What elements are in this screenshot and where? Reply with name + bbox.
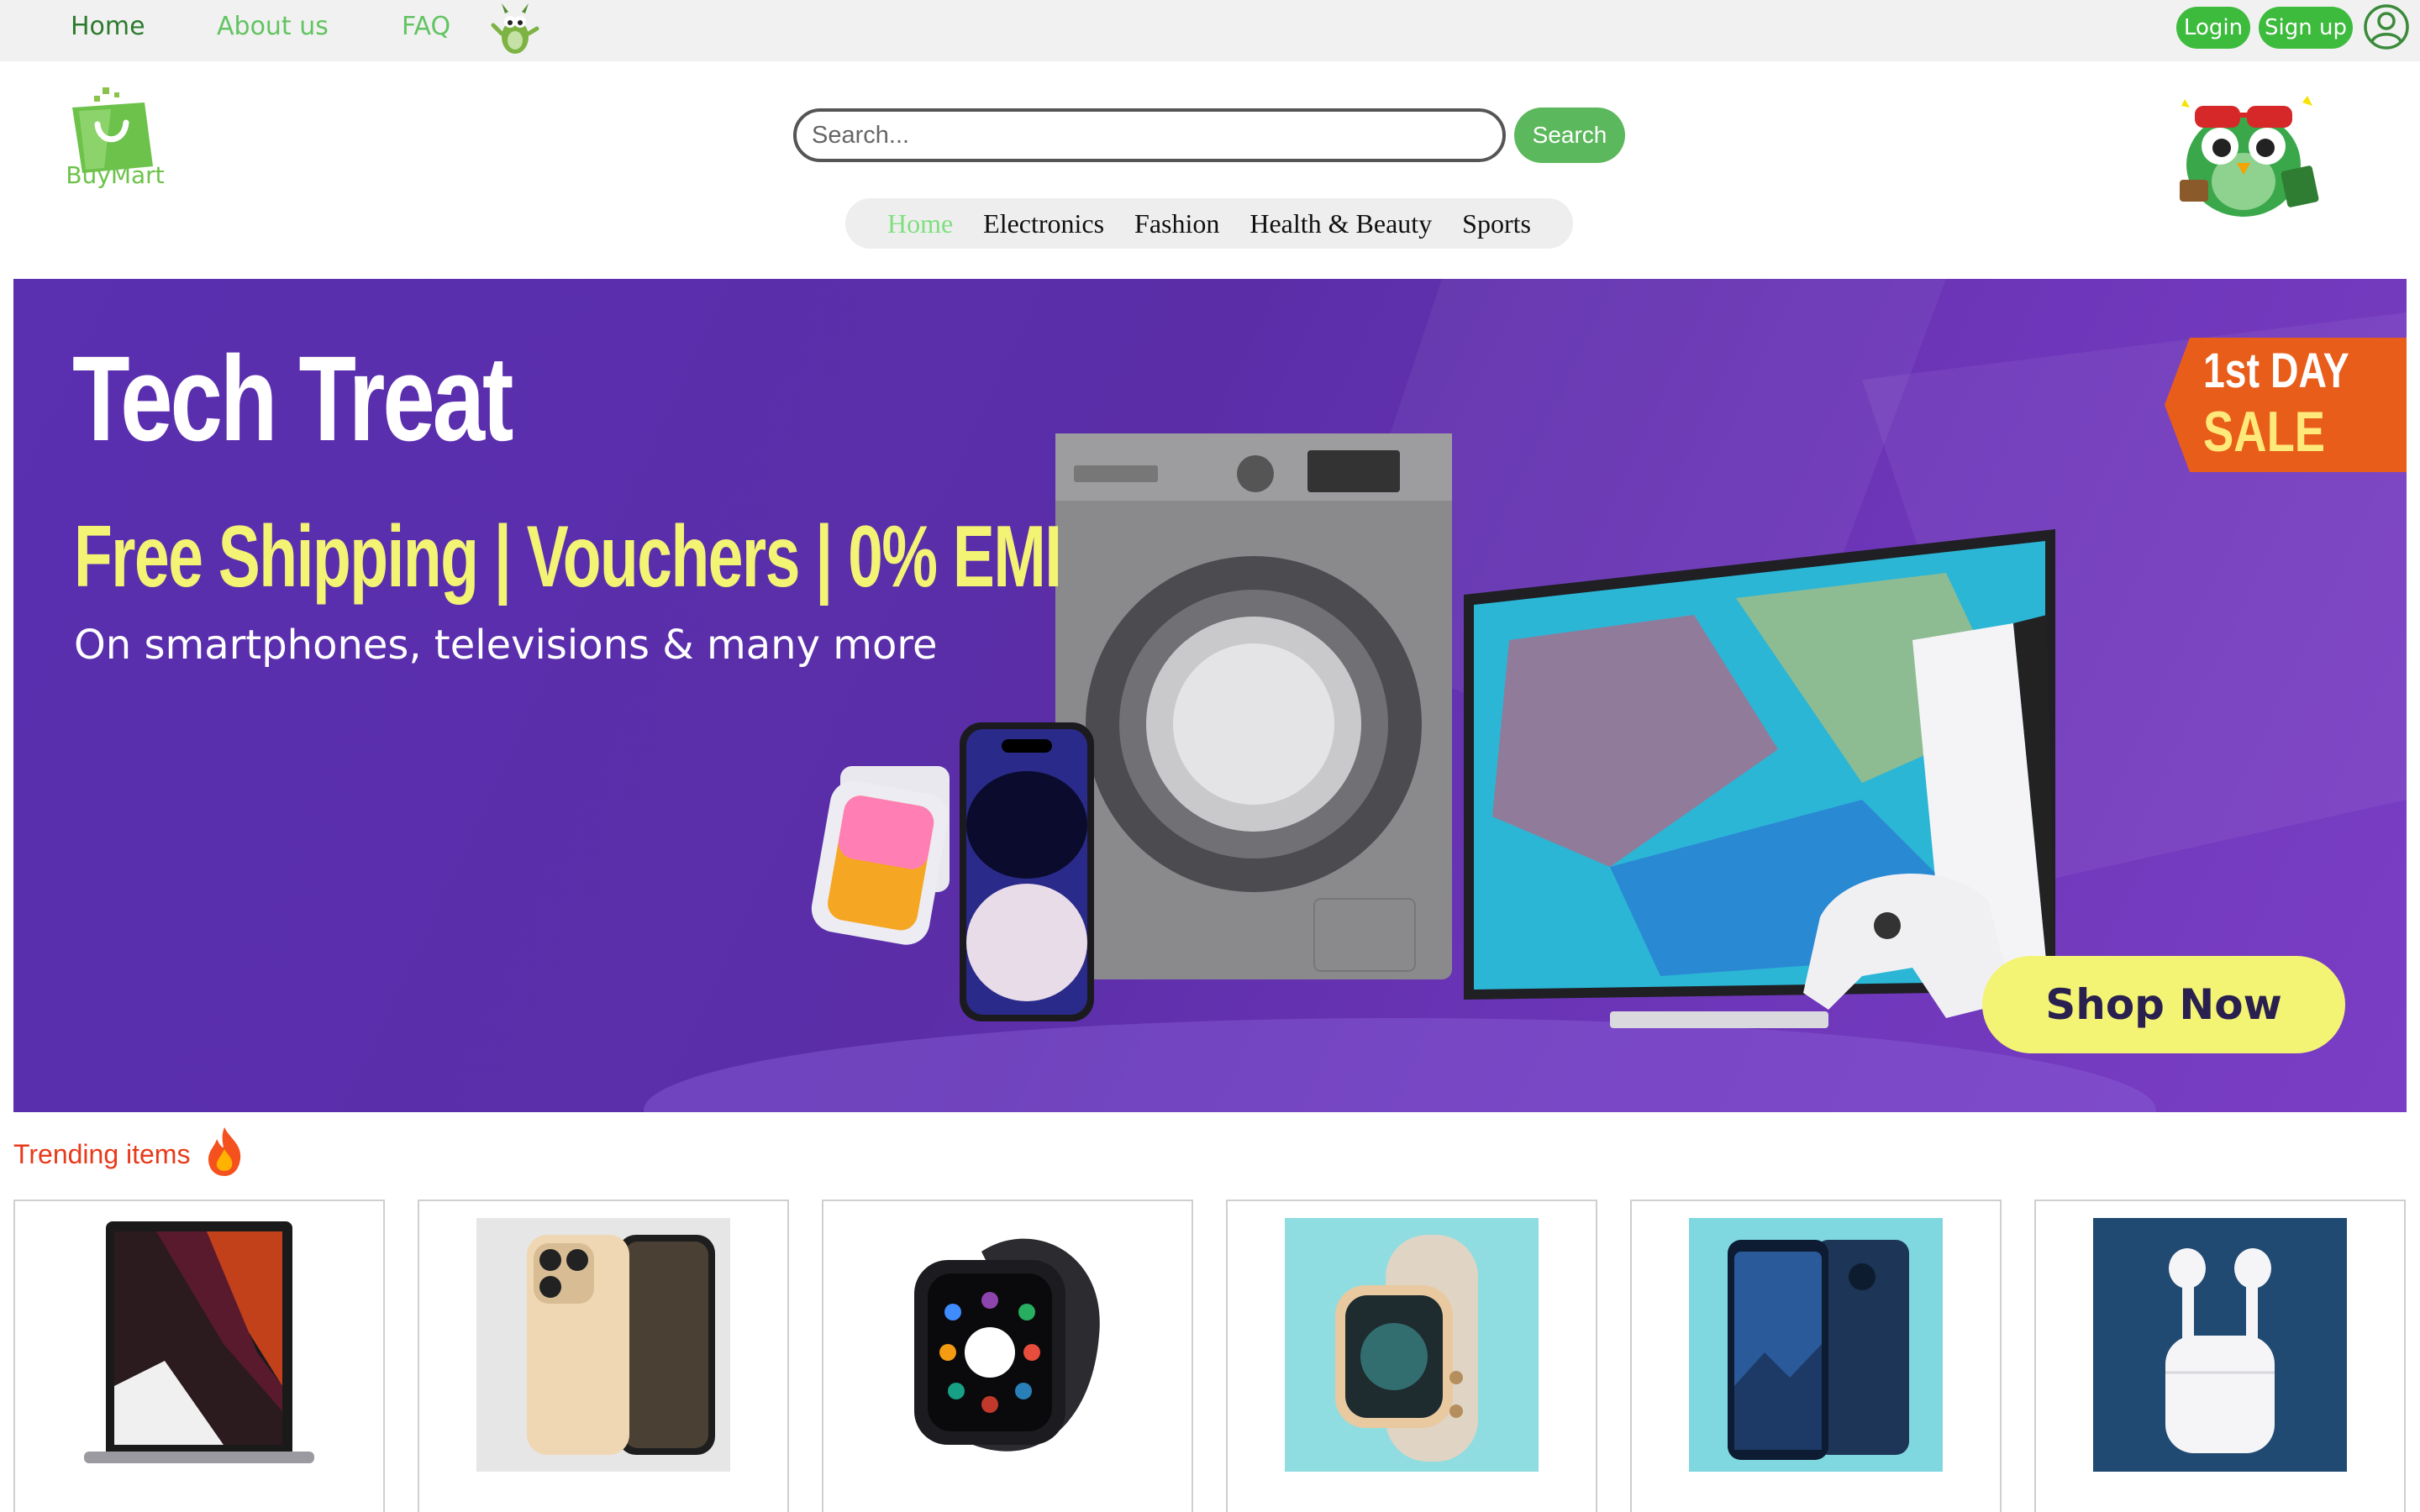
category-home-link[interactable]: Home	[887, 208, 953, 239]
login-button[interactable]: Login	[2176, 7, 2250, 49]
top-bar: Home About us FAQ Login Sign up	[0, 0, 2420, 61]
topnav-about-link[interactable]: About us	[217, 12, 329, 41]
category-fashion-link[interactable]: Fashion	[1134, 208, 1219, 239]
smartwatch-gold-product-image[interactable]	[1285, 1218, 1539, 1472]
signup-button[interactable]: Sign up	[2259, 7, 2353, 49]
brand-name: BuyMart	[66, 161, 165, 189]
trending-item-card[interactable]	[1226, 1200, 1597, 1512]
trending-item-card[interactable]	[822, 1200, 1193, 1512]
smartphone-blue-product-image[interactable]	[1689, 1218, 1943, 1472]
category-nav: Home Electronics Fashion Health & Beauty…	[845, 198, 1573, 249]
wireless-earbuds-product-image[interactable]	[2093, 1218, 2347, 1472]
shop-now-button[interactable]: Shop Now	[1982, 956, 2345, 1053]
owl-shopping-mascot-icon	[2180, 96, 2319, 217]
monster-mascot-icon	[491, 3, 539, 54]
search-input[interactable]	[793, 108, 1506, 162]
trending-item-card[interactable]	[1630, 1200, 2002, 1512]
smartwatch-black-product-image[interactable]	[881, 1218, 1134, 1472]
category-sports-link[interactable]: Sports	[1462, 208, 1531, 239]
topnav-home-link[interactable]: Home	[71, 12, 145, 41]
laptop-product-image[interactable]	[72, 1218, 326, 1472]
topnav-faq-link[interactable]: FAQ	[402, 12, 450, 41]
trending-item-card[interactable]	[13, 1200, 385, 1512]
banner-title: Tech Treat	[72, 331, 513, 466]
sale-badge-bottom-text: SALE	[2203, 400, 2326, 464]
banner-subtitle: On smartphones, televisions & many more	[74, 622, 938, 669]
promo-banner[interactable]: Tech Treat Free Shipping | Vouchers | 0%…	[13, 279, 2407, 1112]
fire-icon	[208, 1127, 241, 1176]
user-account-icon[interactable]	[2363, 3, 2410, 50]
first-day-sale-badge: 1st DAY SALE	[2165, 338, 2407, 472]
smartphone-product-image[interactable]	[476, 1218, 730, 1472]
banner-offers: Free Shipping | Vouchers | 0% EMI	[74, 508, 1062, 606]
trending-items-heading: Trending items	[13, 1139, 191, 1169]
search-button[interactable]: Search	[1514, 108, 1625, 163]
sale-badge-top-text: 1st DAY	[2203, 344, 2349, 398]
category-health-beauty-link[interactable]: Health & Beauty	[1249, 208, 1432, 239]
trending-item-card[interactable]	[2034, 1200, 2406, 1512]
trending-item-card[interactable]	[418, 1200, 789, 1512]
category-electronics-link[interactable]: Electronics	[983, 208, 1104, 239]
